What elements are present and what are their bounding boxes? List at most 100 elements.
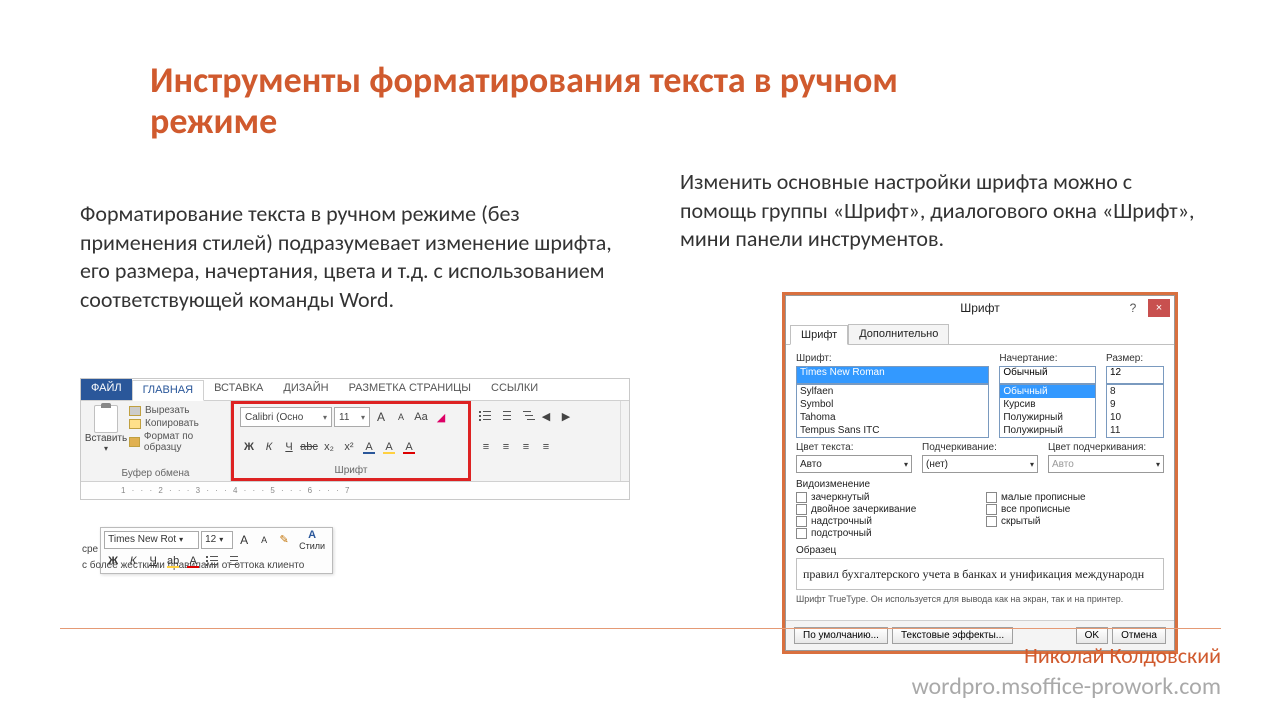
numbering-icon bbox=[226, 555, 240, 567]
size-label: Размер: bbox=[1106, 353, 1164, 364]
sample-label: Образец bbox=[796, 545, 1164, 556]
underline-button[interactable]: Ч bbox=[280, 438, 298, 456]
font-size-combo[interactable]: 11▾ bbox=[334, 407, 370, 427]
paste-icon bbox=[94, 405, 118, 433]
mini-size-combo[interactable]: 12▾ bbox=[201, 531, 233, 549]
style-list[interactable]: ОбычныйКурсивПолужирныйПолужирный Курсив bbox=[999, 384, 1096, 438]
brush-icon bbox=[129, 437, 140, 447]
tab-insert[interactable]: ВСТАВКА bbox=[204, 379, 273, 400]
bold-button[interactable]: Ж bbox=[240, 438, 258, 456]
tab-layout[interactable]: РАЗМЕТКА СТРАНИЦЫ bbox=[339, 379, 481, 400]
paste-label: Вставить bbox=[85, 433, 127, 444]
strike-button[interactable]: abc bbox=[300, 438, 318, 456]
clipboard-group-label: Буфер обмена bbox=[87, 466, 224, 479]
text-effects-button[interactable]: Текстовые эффекты... bbox=[892, 627, 1013, 644]
justify-button[interactable]: ≡ bbox=[537, 438, 555, 456]
size-input[interactable]: 12 bbox=[1106, 366, 1164, 384]
highlight-button[interactable]: A bbox=[380, 438, 398, 456]
align-center-button[interactable]: ≡ bbox=[497, 438, 515, 456]
scissors-icon bbox=[129, 406, 141, 416]
mini-highlight-button[interactable]: ab bbox=[164, 552, 182, 570]
numbering-button[interactable] bbox=[497, 407, 515, 425]
color-select[interactable]: Авто▾ bbox=[796, 455, 912, 473]
dialog-help-button[interactable]: ? bbox=[1122, 301, 1144, 315]
multilevel-button[interactable] bbox=[517, 407, 535, 425]
decrease-size-button[interactable]: A bbox=[392, 408, 410, 426]
eraser-icon: ◢ bbox=[437, 411, 445, 424]
ruler: 1 · · · 2 · · · 3 · · · 4 · · · 5 · · · … bbox=[81, 481, 629, 499]
footer-divider bbox=[60, 628, 1221, 629]
default-button[interactable]: По умолчанию... bbox=[794, 627, 888, 644]
font-list[interactable]: SylfaenSymbolTahomaTempus Sans ITCTimes … bbox=[796, 384, 989, 438]
font-group-label: Шрифт bbox=[240, 463, 462, 476]
clear-format-button[interactable]: ◢ bbox=[432, 408, 450, 426]
check-hidden[interactable]: скрытый bbox=[986, 516, 1164, 527]
brush-icon: ✎ bbox=[280, 533, 289, 546]
decrease-indent-button[interactable]: ◀ bbox=[537, 407, 555, 425]
author-name: Николай Колдовский bbox=[1024, 642, 1221, 669]
ribbon-group-clipboard: Вставить ▾ Вырезать Копировать Формат по… bbox=[81, 401, 231, 481]
italic-button[interactable]: К bbox=[260, 438, 278, 456]
numbering-icon bbox=[499, 410, 513, 422]
dialog-tab-advanced[interactable]: Дополнительно bbox=[848, 324, 949, 344]
tab-references[interactable]: ССЫЛКИ bbox=[481, 379, 548, 400]
copy-button[interactable]: Копировать bbox=[129, 418, 224, 429]
check-superscript[interactable]: надстрочный bbox=[796, 516, 974, 527]
subscript-button[interactable]: x₂ bbox=[320, 438, 338, 456]
mini-font-combo[interactable]: Times New Rot▾ bbox=[104, 531, 199, 549]
mini-styles-button[interactable]: A Стили bbox=[295, 529, 329, 551]
dialog-close-button[interactable]: × bbox=[1148, 299, 1170, 317]
tab-file[interactable]: ФАЙЛ bbox=[81, 379, 132, 400]
mini-increase-button[interactable]: A bbox=[235, 531, 253, 549]
check-subscript[interactable]: подстрочный bbox=[796, 528, 974, 539]
font-input[interactable]: Times New Roman bbox=[796, 366, 989, 384]
bullets-button[interactable] bbox=[477, 407, 495, 425]
mini-format-painter-button[interactable]: ✎ bbox=[275, 531, 293, 549]
styles-icon: A bbox=[308, 529, 316, 541]
multilevel-icon bbox=[519, 410, 533, 422]
underline-color-select[interactable]: Авто▾ bbox=[1048, 455, 1164, 473]
left-paragraph: Форматирование текста в ручном режиме (б… bbox=[80, 200, 630, 314]
size-list[interactable]: 89101112 bbox=[1106, 384, 1164, 438]
font-name-combo[interactable]: Calibri (Осно▾ bbox=[240, 407, 332, 427]
mini-toolbar-screenshot: сре Times New Rot▾ 12▾ A A ✎ A Стили Ж К… bbox=[82, 540, 392, 572]
bullets-icon bbox=[479, 410, 493, 422]
check-smallcaps[interactable]: малые прописные bbox=[986, 492, 1164, 503]
mini-font-color-button[interactable]: A bbox=[184, 552, 202, 570]
increase-indent-button[interactable]: ▶ bbox=[557, 407, 575, 425]
check-double-strike[interactable]: двойное зачеркивание bbox=[796, 504, 974, 515]
style-input[interactable]: Обычный bbox=[999, 366, 1096, 384]
ribbon-screenshot: ФАЙЛ ГЛАВНАЯ ВСТАВКА ДИЗАЙН РАЗМЕТКА СТР… bbox=[80, 378, 630, 500]
check-strikethrough[interactable]: зачеркнутый bbox=[796, 492, 974, 503]
cut-button[interactable]: Вырезать bbox=[129, 405, 224, 416]
align-left-button[interactable]: ≡ bbox=[477, 438, 495, 456]
increase-size-button[interactable]: A bbox=[372, 408, 390, 426]
mini-decrease-button[interactable]: A bbox=[255, 531, 273, 549]
copy-icon bbox=[129, 419, 141, 429]
format-painter-button[interactable]: Формат по образцу bbox=[129, 431, 224, 453]
font-label: Шрифт: bbox=[796, 353, 989, 364]
style-label: Начертание: bbox=[999, 353, 1096, 364]
check-allcaps[interactable]: все прописные bbox=[986, 504, 1164, 515]
dialog-title: Шрифт bbox=[960, 301, 999, 315]
change-case-button[interactable]: Aa bbox=[412, 408, 430, 426]
tab-home[interactable]: ГЛАВНАЯ bbox=[132, 380, 204, 401]
superscript-button[interactable]: x² bbox=[340, 438, 358, 456]
truetype-note: Шрифт TrueType. Он используется для выво… bbox=[796, 590, 1164, 612]
ribbon-group-paragraph: ◀ ▶ ≡ ≡ ≡ ≡ bbox=[471, 401, 621, 481]
preview-box: правил бухгалтерского учета в банках и у… bbox=[796, 558, 1164, 590]
author-site: wordpro.msoffice-prowork.com bbox=[912, 672, 1221, 701]
slide-title: Инструменты форматирования текста в ручн… bbox=[0, 0, 1000, 143]
font-color-button[interactable]: A bbox=[400, 438, 418, 456]
underline-color-label: Цвет подчеркивания: bbox=[1048, 442, 1164, 453]
text-effects-button[interactable]: A bbox=[360, 438, 378, 456]
bullets-icon bbox=[206, 555, 220, 567]
paste-button[interactable]: Вставить ▾ bbox=[87, 405, 125, 453]
align-right-button[interactable]: ≡ bbox=[517, 438, 535, 456]
font-dialog: Шрифт ? × Шрифт Дополнительно Шрифт: Tim… bbox=[785, 295, 1175, 651]
right-paragraph: Изменить основные настройки шрифта можно… bbox=[680, 168, 1200, 254]
underline-select[interactable]: (нет)▾ bbox=[922, 455, 1038, 473]
dialog-tab-font[interactable]: Шрифт bbox=[790, 325, 848, 345]
tab-design[interactable]: ДИЗАЙН bbox=[273, 379, 338, 400]
effects-label: Видоизменение bbox=[796, 479, 1164, 490]
